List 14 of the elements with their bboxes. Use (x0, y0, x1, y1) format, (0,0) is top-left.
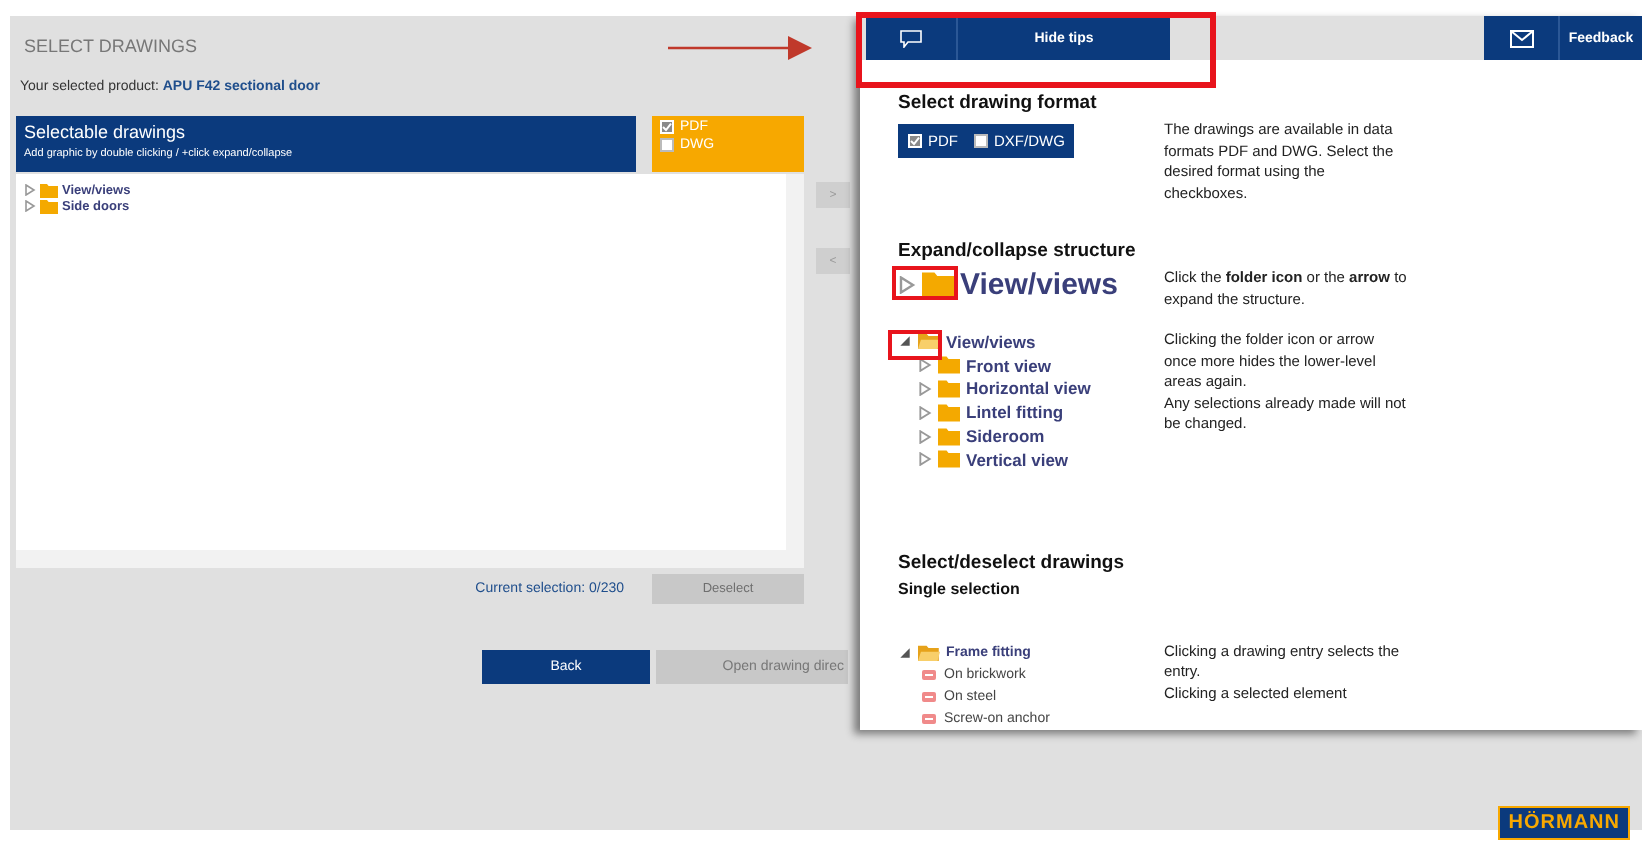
section-heading: Select/deselect drawings (898, 551, 1126, 574)
tree-item[interactable]: Horizontal view (966, 378, 1091, 399)
tree-item[interactable]: Sideroom (966, 426, 1045, 447)
tree-item[interactable]: View/views (946, 331, 1036, 352)
tree-item[interactable]: Front view (966, 355, 1052, 376)
section-heading: Select drawing format (898, 92, 1099, 114)
page-title: SELECT DRAWINGS (24, 36, 198, 60)
tree-item[interactable]: Lintel fitting (966, 402, 1064, 423)
section-heading: Expand/collapse structure (898, 240, 1138, 262)
company-logo: HÖRMANN (1498, 806, 1630, 840)
tree-item[interactable]: View/views (960, 268, 1118, 302)
header-title: Selectable drawings (24, 122, 188, 142)
tree-item[interactable]: Vertical view (966, 449, 1069, 470)
section-subheading: Single selection (898, 579, 1022, 598)
